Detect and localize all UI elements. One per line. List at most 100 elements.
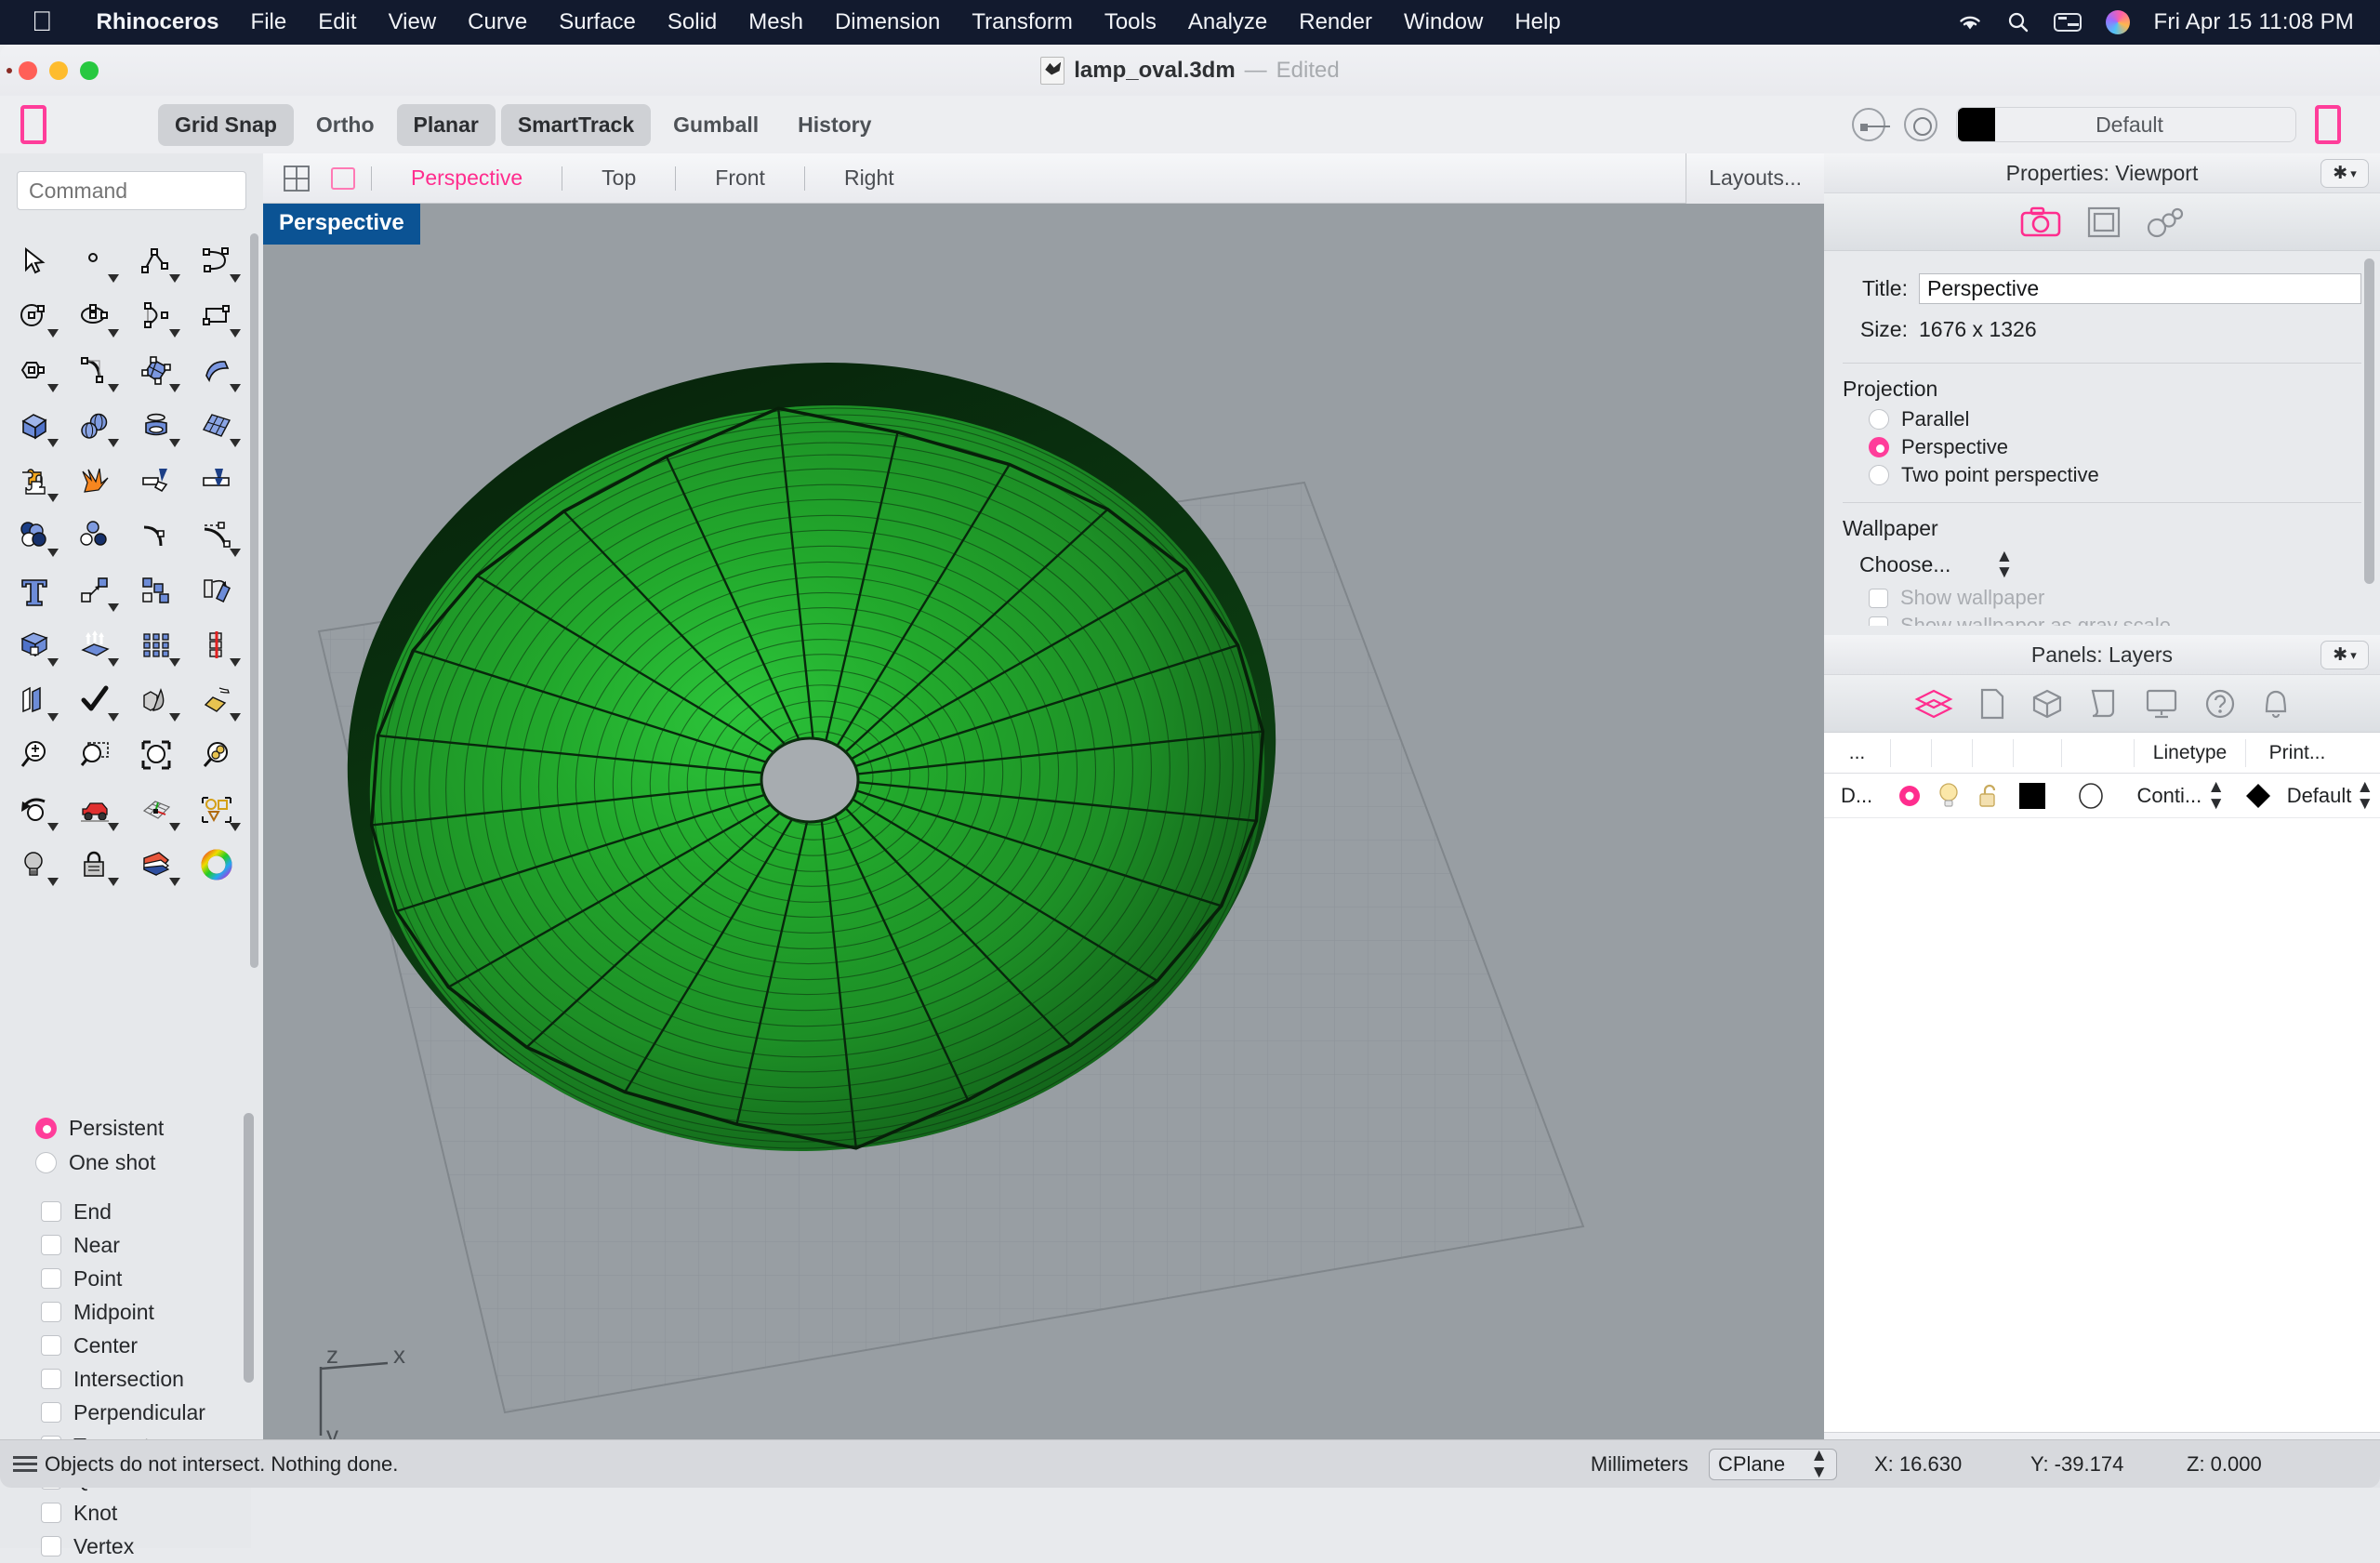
wallpaper-choose-row[interactable]: Choose... ▲▼ xyxy=(1824,545,2380,584)
menu-item-analyze[interactable]: Analyze xyxy=(1172,9,1283,35)
tool-check-icon[interactable] xyxy=(65,672,126,727)
checkbox-point[interactable] xyxy=(41,1268,61,1289)
col-material[interactable] xyxy=(2062,739,2135,767)
tab-top[interactable]: Top xyxy=(577,166,660,191)
menu-item-mesh[interactable]: Mesh xyxy=(733,9,819,35)
tool-array-icon[interactable] xyxy=(126,617,187,672)
toggle-grid-snap[interactable]: Grid Snap xyxy=(158,104,294,146)
osnap-end[interactable]: End xyxy=(0,1195,251,1228)
menu-item-tools[interactable]: Tools xyxy=(1089,9,1172,35)
osnap-mode-persistent[interactable]: Persistent xyxy=(0,1111,251,1146)
tool-solid-tools-icon[interactable] xyxy=(126,672,187,727)
tool-render-icon[interactable] xyxy=(187,672,248,727)
tool-palette-scrollbar[interactable] xyxy=(250,233,258,1024)
layer-lock-icon[interactable] xyxy=(1852,108,1885,141)
menu-item-edit[interactable]: Edit xyxy=(302,9,372,35)
table-row[interactable]: D... Conti... ▲▼ xyxy=(1824,774,2380,818)
projection-parallel[interactable]: Parallel xyxy=(1824,405,2380,433)
current-layer-selector[interactable]: Default xyxy=(1956,107,2296,142)
tool-rotate-icon[interactable] xyxy=(187,563,248,617)
osnap-scroll-thumb[interactable] xyxy=(244,1113,254,1383)
left-sidebar-toggle-icon[interactable] xyxy=(20,105,46,144)
tool-extrude-up-icon[interactable] xyxy=(65,617,126,672)
properties-gear-button[interactable]: ✱▾ xyxy=(2320,159,2369,188)
lightbulb-icon[interactable] xyxy=(1929,782,1969,810)
camera-icon[interactable] xyxy=(2020,205,2061,239)
layer-color-swatch[interactable] xyxy=(1958,108,1995,141)
cplane-selector[interactable]: CPlane ▲▼ xyxy=(1709,1449,1837,1480)
tool-mirror-icon[interactable] xyxy=(187,617,248,672)
properties-scrollbar[interactable] xyxy=(2364,258,2374,621)
print-color-diamond-icon[interactable] xyxy=(2235,782,2281,810)
tool-arc-icon[interactable] xyxy=(126,288,187,343)
menu-item-surface[interactable]: Surface xyxy=(543,9,652,35)
wallpaper-stepper-icon[interactable]: ▲▼ xyxy=(1995,549,2013,580)
checkbox-perpendicular[interactable] xyxy=(41,1402,61,1423)
current-layer-dot-icon[interactable] xyxy=(1889,784,1929,808)
material-sphere-icon[interactable] xyxy=(2056,781,2126,811)
osnap-midpoint[interactable]: Midpoint xyxy=(0,1295,251,1329)
menu-item-transform[interactable]: Transform xyxy=(956,9,1088,35)
layers-gear-button[interactable]: ✱▾ xyxy=(2320,641,2369,669)
toggle-smarttrack[interactable]: SmartTrack xyxy=(501,104,651,146)
print-width-stepper-icon[interactable]: ▲▼ xyxy=(2356,779,2373,811)
scroll-icon[interactable] xyxy=(2089,688,2119,720)
tool-zoom-selected-icon[interactable] xyxy=(187,727,248,782)
tool-walkabout-icon[interactable] xyxy=(65,782,126,837)
cplane-stepper-icon[interactable]: ▲▼ xyxy=(1810,1448,1828,1479)
tool-extend-curve-icon[interactable] xyxy=(126,508,187,563)
projection-two-point[interactable]: Two point perspective xyxy=(1824,461,2380,489)
radio-parallel[interactable] xyxy=(1869,409,1889,430)
cube-icon[interactable] xyxy=(2031,688,2063,720)
tab-front[interactable]: Front xyxy=(691,166,789,191)
radio-one-shot[interactable] xyxy=(35,1152,57,1173)
layouts-button[interactable]: Layouts... xyxy=(1686,153,1824,204)
tool-select-arrow[interactable] xyxy=(4,233,65,288)
tool-lock-icon[interactable] xyxy=(65,837,126,892)
tool-zoom-inout-icon[interactable] xyxy=(4,727,65,782)
layer-print-width-cell[interactable]: Default ▲▼ xyxy=(2281,779,2380,811)
menu-item-rhinoceros[interactable]: Rhinoceros xyxy=(81,9,235,35)
checkbox-show-wallpaper[interactable] xyxy=(1869,589,1888,608)
col-linetype[interactable]: Linetype xyxy=(2135,739,2246,767)
unlocked-icon[interactable] xyxy=(1969,782,2009,810)
bell-icon[interactable] xyxy=(2262,688,2290,720)
osnap-point[interactable]: Point xyxy=(0,1262,251,1295)
tool-color-wheel-icon[interactable] xyxy=(187,837,248,892)
tool-display-mode-icon[interactable] xyxy=(126,837,187,892)
tool-trim-icon[interactable] xyxy=(187,453,248,508)
status-menu-icon[interactable] xyxy=(13,1452,37,1476)
tool-scale-icon[interactable] xyxy=(4,617,65,672)
tool-point-icon[interactable] xyxy=(65,233,126,288)
tool-copy-icon[interactable] xyxy=(126,563,187,617)
osnap-vertex[interactable]: Vertex xyxy=(0,1530,251,1563)
col-print[interactable]: Print... xyxy=(2246,739,2348,767)
tool-fillet-icon[interactable] xyxy=(65,343,126,398)
siri-icon[interactable] xyxy=(2106,10,2130,34)
col-name[interactable]: ... xyxy=(1824,739,1891,767)
tool-ungroup-icon[interactable] xyxy=(65,508,126,563)
menu-item-view[interactable]: View xyxy=(373,9,453,35)
tool-light-icon[interactable] xyxy=(4,837,65,892)
tool-sphere-icon[interactable] xyxy=(65,398,126,453)
toggle-planar[interactable]: Planar xyxy=(397,104,496,146)
menubar-clock[interactable]: Fri Apr 15 11:08 PM xyxy=(2154,9,2354,35)
tool-cplane-icon[interactable] xyxy=(126,782,187,837)
menu-item-curve[interactable]: Curve xyxy=(452,9,543,35)
control-center-icon[interactable] xyxy=(2054,13,2082,32)
chain-icon[interactable] xyxy=(2147,205,2184,239)
tool-ellipse-icon[interactable] xyxy=(65,288,126,343)
tool-move-icon[interactable] xyxy=(65,563,126,617)
layer-linetype-cell[interactable]: Conti... ▲▼ xyxy=(2126,779,2235,811)
tool-boolean-union-icon[interactable] xyxy=(4,453,65,508)
osnap-perpendicular[interactable]: Perpendicular xyxy=(0,1396,251,1429)
show-wallpaper-row[interactable]: Show wallpaper xyxy=(1824,584,2380,612)
layer-name-cell[interactable]: D... xyxy=(1824,784,1889,808)
linetype-stepper-icon[interactable]: ▲▼ xyxy=(2207,779,2225,811)
tool-mesh-plane-icon[interactable] xyxy=(187,398,248,453)
tool-zoom-window-icon[interactable] xyxy=(65,727,126,782)
col-color[interactable] xyxy=(2014,739,2062,767)
search-icon[interactable] xyxy=(2007,11,2030,33)
checkbox-show-wallpaper-gray[interactable] xyxy=(1869,616,1888,627)
toggle-gumball[interactable]: Gumball xyxy=(656,104,775,146)
